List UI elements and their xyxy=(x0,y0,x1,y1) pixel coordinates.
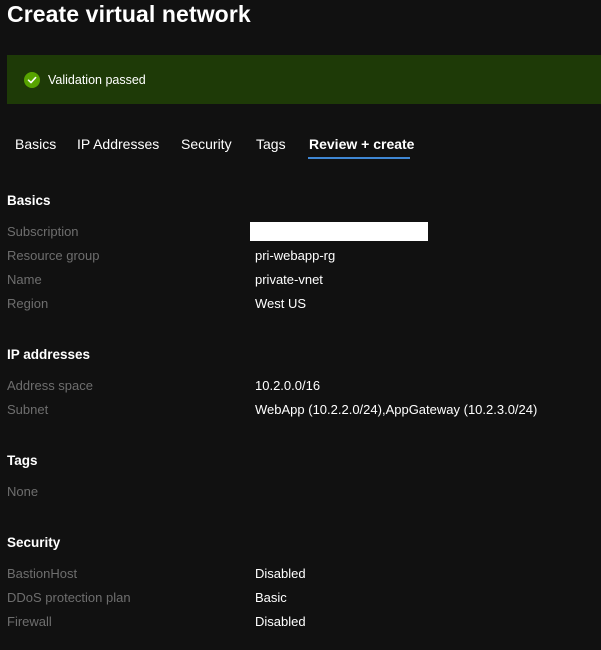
resource-group-label: Resource group xyxy=(7,248,100,263)
name-value: private-vnet xyxy=(255,272,323,287)
resource-group-value: pri-webapp-rg xyxy=(255,248,336,263)
section-heading-security: Security xyxy=(7,535,61,550)
bastion-host-value: Disabled xyxy=(255,566,306,581)
checkmark-circle-icon xyxy=(24,71,40,88)
address-space-value: 10.2.0.0/16 xyxy=(255,378,321,393)
wizard-tabs: Basics IP Addresses Security Tags Review… xyxy=(0,130,601,162)
subnet-value: WebApp (10.2.2.0/24),AppGateway (10.2.3.… xyxy=(255,402,538,417)
validation-message: Validation passed xyxy=(48,72,146,87)
region-value: West US xyxy=(255,296,307,311)
page-title: Create virtual network xyxy=(7,1,251,27)
bastion-host-label: BastionHost xyxy=(7,566,78,581)
tab-review-create[interactable]: Review + create xyxy=(309,136,414,152)
section-heading-tags: Tags xyxy=(7,453,38,468)
tab-tags[interactable]: Tags xyxy=(256,136,286,152)
name-label: Name xyxy=(7,272,42,287)
section-heading-ip-addresses: IP addresses xyxy=(7,347,91,362)
ddos-protection-value: Basic xyxy=(255,590,287,605)
subscription-value-redacted xyxy=(250,222,428,241)
address-space-label: Address space xyxy=(7,378,93,393)
subnet-label: Subnet xyxy=(7,402,49,417)
region-label: Region xyxy=(7,296,49,311)
validation-banner: Validation passed xyxy=(7,55,601,104)
tab-ip-addresses[interactable]: IP Addresses xyxy=(77,136,159,152)
ddos-protection-label: DDoS protection plan xyxy=(7,590,131,605)
firewall-label: Firewall xyxy=(7,614,52,629)
section-heading-basics: Basics xyxy=(7,193,51,208)
subscription-label: Subscription xyxy=(7,224,79,239)
tags-none-label: None xyxy=(7,484,39,499)
tab-security[interactable]: Security xyxy=(181,136,232,152)
tab-basics[interactable]: Basics xyxy=(15,136,56,152)
firewall-value: Disabled xyxy=(255,614,306,629)
active-tab-indicator xyxy=(308,157,410,159)
